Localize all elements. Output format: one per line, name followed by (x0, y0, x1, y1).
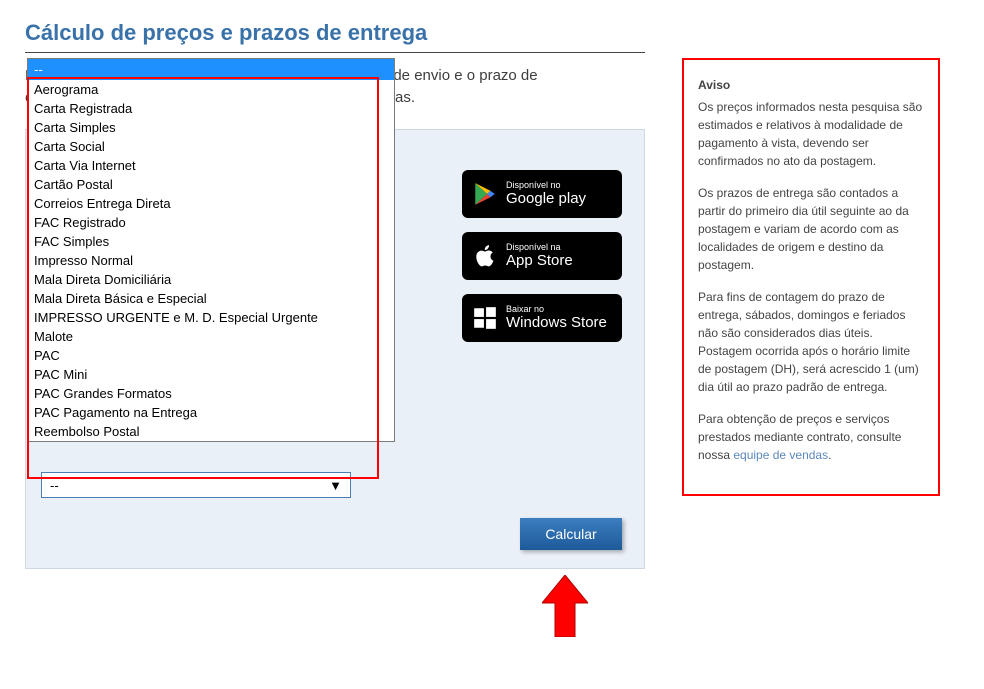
dropdown-option[interactable]: Mala Direta Básica e Especial (28, 289, 394, 308)
sales-team-link[interactable]: equipe de vendas (733, 448, 828, 462)
google-play-badge[interactable]: Disponível no Google play (462, 170, 622, 218)
windows-big: Windows Store (506, 315, 607, 332)
dropdown-option[interactable]: Malote (28, 327, 394, 346)
dropdown-option[interactable]: Carta Simples (28, 118, 394, 137)
second-select-wrap: -- ▼ (41, 472, 351, 498)
dropdown-option[interactable]: Reembolso Postal (28, 422, 394, 441)
dropdown-option[interactable]: Cartão Postal (28, 175, 394, 194)
format-select-value: -- (50, 478, 59, 493)
apple-big: App Store (506, 253, 573, 270)
notice-panel: Aviso Os preços informados nesta pesquis… (682, 58, 940, 496)
dropdown-selected-option[interactable]: -- (28, 59, 394, 80)
calculate-button[interactable]: Calcular (520, 518, 622, 550)
google-play-icon (472, 181, 498, 207)
page-title: Cálculo de preços e prazos de entrega (25, 20, 645, 53)
service-dropdown-open[interactable]: -- AerogramaCarta RegistradaCarta Simple… (27, 58, 395, 442)
notice-p3: Para fins de contagem do prazo de entreg… (698, 288, 924, 396)
notice-p4: Para obtenção de preços e serviços prest… (698, 410, 924, 464)
notice-title: Aviso (698, 76, 924, 94)
dropdown-option[interactable]: PAC Pagamento na Entrega (28, 403, 394, 422)
apple-icon (472, 243, 498, 269)
dropdown-option[interactable]: Aerograma (28, 80, 394, 99)
notice-p4-suffix: . (828, 448, 831, 462)
dropdown-option[interactable]: Impresso Normal (28, 251, 394, 270)
intro-suffix-2: as. (395, 89, 415, 106)
dropdown-option[interactable]: Mala Direta Domiciliária (28, 270, 394, 289)
dropdown-list[interactable]: AerogramaCarta RegistradaCarta SimplesCa… (28, 80, 394, 441)
notice-p1: Os preços informados nesta pesquisa são … (698, 98, 924, 170)
dropdown-option[interactable]: Carta Via Internet (28, 156, 394, 175)
dropdown-option[interactable]: PAC Grandes Formatos (28, 384, 394, 403)
intro-suffix-1: de envio e o prazo de (393, 67, 537, 84)
arrow-annotation (542, 575, 588, 637)
dropdown-option[interactable]: FAC Simples (28, 232, 394, 251)
dropdown-option[interactable]: Carta Registrada (28, 99, 394, 118)
dropdown-option[interactable]: IMPRESSO URGENTE e M. D. Especial Urgent… (28, 308, 394, 327)
app-store-badge[interactable]: Disponível na App Store (462, 232, 622, 280)
notice-p2: Os prazos de entrega são contados a part… (698, 184, 924, 274)
chevron-down-icon: ▼ (329, 478, 342, 493)
dropdown-option[interactable]: PAC Mini (28, 365, 394, 384)
store-badges: Disponível no Google play Disponível na … (462, 170, 622, 342)
google-big: Google play (506, 191, 586, 208)
dropdown-option[interactable]: PAC (28, 346, 394, 365)
dropdown-option[interactable]: Correios Entrega Direta (28, 194, 394, 213)
format-select[interactable]: -- ▼ (41, 472, 351, 498)
dropdown-option[interactable]: Carta Social (28, 137, 394, 156)
windows-icon (472, 305, 498, 331)
dropdown-option[interactable]: FAC Registrado (28, 213, 394, 232)
windows-store-badge[interactable]: Baixar no Windows Store (462, 294, 622, 342)
